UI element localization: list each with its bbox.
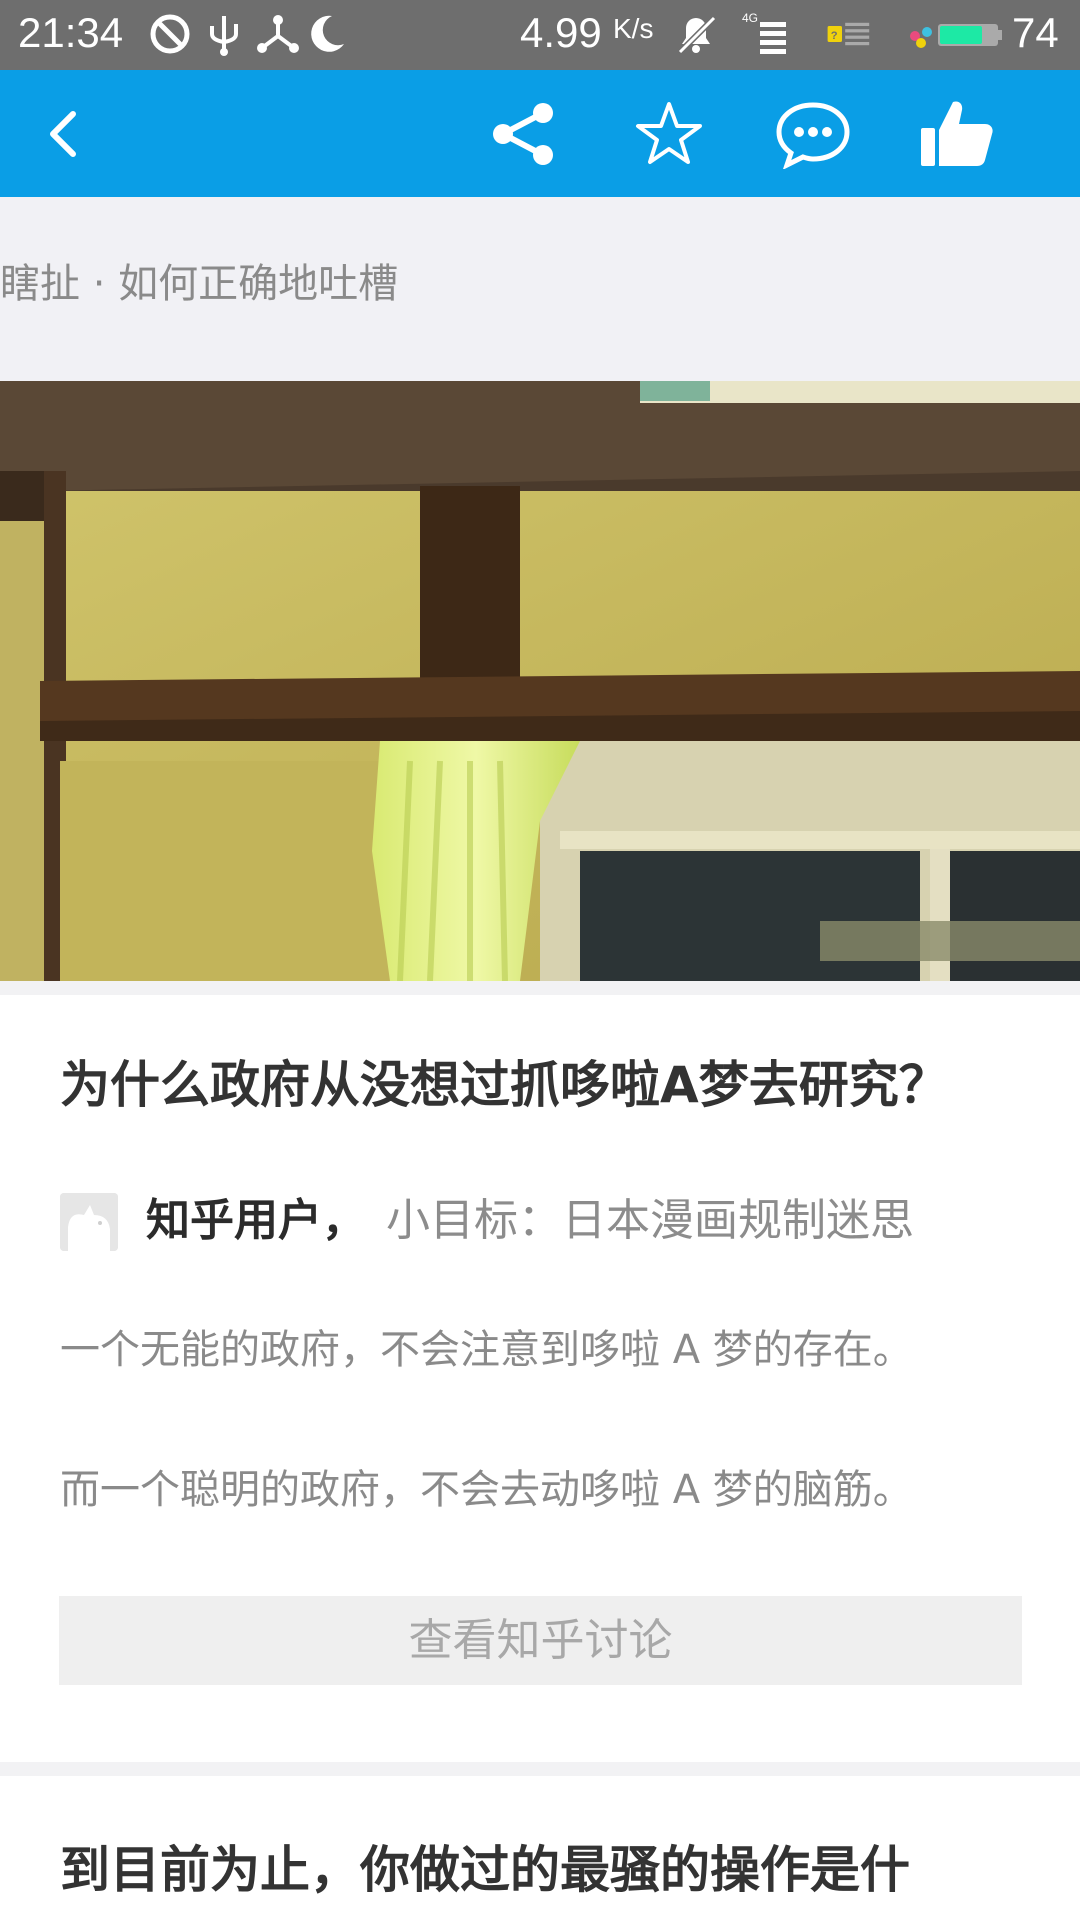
answer-paragraph: 而一个聪明的政府，不会去动哆啦 A 梦的脑筋。 [60,1467,913,1513]
share-button[interactable] [482,92,566,176]
toolbar [0,70,1080,197]
question-title[interactable]: 为什么政府从没想过抓哆啦A梦去研究？ [60,1050,1030,1120]
author-bio: 小目标：日本漫画规制迷思 [386,1195,914,1246]
net-speed-unit: K/s [613,13,654,44]
question-title[interactable]: 到目前为止，你做过的最骚的操作是什 [60,1835,1060,1905]
comment-button[interactable] [771,92,855,176]
svg-text:4G: 4G [742,11,758,25]
card-separator [0,981,1080,995]
avatar [60,1193,118,1251]
author-row: 知乎用户， 小目标：日本漫画规制迷思 [60,1193,1040,1253]
answer-paragraph: 一个无能的政府，不会注意到哆啦 A 梦的存在。 [60,1327,913,1373]
like-button[interactable] [915,92,999,176]
hero-image [0,381,1080,981]
back-icon [50,111,76,157]
net-speed: 4.99 [520,9,602,56]
back-button[interactable] [22,92,106,176]
star-icon [636,102,702,164]
favorite-button[interactable] [627,92,711,176]
view-zhihu-discussion-button[interactable]: 查看知乎讨论 [59,1596,1022,1685]
column-title[interactable]: 瞎扯 · 如何正确地吐槽 [0,260,398,308]
share-icon [493,103,553,165]
author-name[interactable]: 知乎用户， [146,1191,366,1251]
comment-icon [776,102,850,169]
moon-icon [311,15,344,52]
do-not-disturb-icon [150,14,190,54]
thumbs-up-icon [921,101,993,166]
card-separator [0,1762,1080,1776]
battery-icon [938,24,1002,46]
status-time: 21:34 [18,9,124,56]
status-bar: 21:34 4.99 K/s 4G ? 74 [0,0,1080,70]
usb-icon [210,16,238,56]
signal-icon: 4G [742,11,786,54]
mute-icon [677,15,717,55]
sim-icon: ? [827,22,870,46]
battery-level: 74 [1012,9,1059,56]
svg-text:?: ? [831,30,838,42]
share-hub-icon [257,15,299,53]
